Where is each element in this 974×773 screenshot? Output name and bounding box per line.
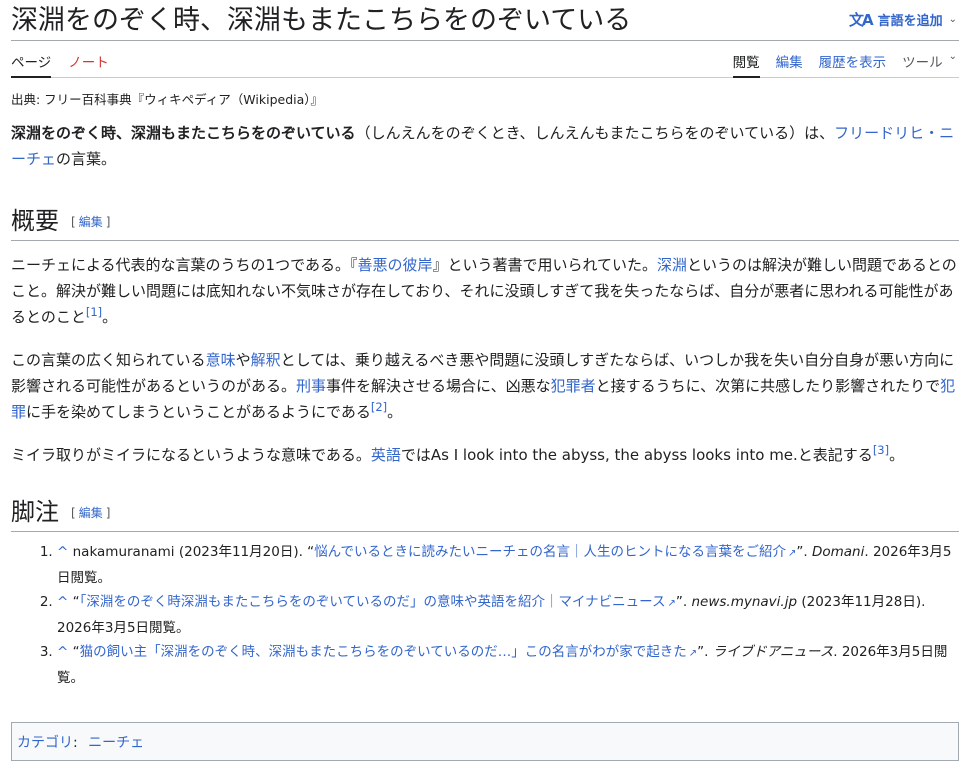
text: “ <box>72 594 80 610</box>
external-link-icon: ↗ <box>688 648 698 659</box>
tab-history[interactable]: 履歴を表示 <box>819 41 887 78</box>
source-site: Domani <box>811 544 865 560</box>
summary-paragraph-2: この言葉の広く知られている意味や解釈としては、乗り越えるべき悪や問題に没頭しすぎ… <box>11 347 959 425</box>
tools-menu[interactable]: ツール ⌄ <box>902 41 957 78</box>
tab-edit[interactable]: 編集 <box>776 41 803 78</box>
text: nakamuranami (2023年11月20日). “ <box>72 544 315 560</box>
text: 。 <box>387 403 403 421</box>
section-edit: [編集] <box>71 215 111 229</box>
reference-item: ^ “猫の飼い主「深淵をのぞく時、深淵もまたこちらをのぞいているのだ…」この名言… <box>57 640 959 690</box>
add-language-button[interactable]: 文A 言語を追加 ⌄ <box>849 9 957 30</box>
language-icon: 文A <box>848 11 874 29</box>
add-language-label: 言語を追加 <box>877 14 943 29</box>
colon: : <box>73 735 83 751</box>
link-abyss[interactable]: 深淵 <box>657 256 687 274</box>
ref-2-link[interactable]: [2] <box>371 400 387 414</box>
text: 事件を解決させる場合に、凶悪な <box>326 377 551 395</box>
text: 。 <box>889 446 905 464</box>
link-criminal-case[interactable]: 刑事 <box>296 377 326 395</box>
tools-label: ツール <box>902 55 943 71</box>
category-links: カテゴリ: ニーチェ <box>11 722 959 761</box>
edit-summary-link[interactable]: 編集 <box>79 215 103 229</box>
source-site: news.mynavi.jp <box>691 594 798 610</box>
tab-read[interactable]: 閲覧 <box>732 41 760 78</box>
lead-text: の言葉。 <box>56 150 117 168</box>
chevron-down-icon: ⌄ <box>948 14 957 25</box>
ref-3-link[interactable]: [3] <box>873 443 889 457</box>
summary-paragraph-3: ミイラ取りがミイラになるというような意味である。英語ではAs I look in… <box>11 442 959 468</box>
notes-heading-text: 脚注 <box>11 500 59 526</box>
summary-paragraph-1: ニーチェによる代表的な言葉のうちの1つである。『善悪の彼岸』という著書で用いられ… <box>11 252 959 330</box>
ref-backlink[interactable]: ^ <box>57 594 68 610</box>
text: ミイラ取りがミイラになるというような意味である。 <box>11 446 371 464</box>
link-interpretation[interactable]: 解釈 <box>251 351 281 369</box>
section-heading-notes: 脚注 [編集] <box>11 492 959 532</box>
text: 。 <box>102 308 118 326</box>
external-link-icon: ↗ <box>667 598 676 609</box>
summary-heading-text: 概要 <box>11 209 59 235</box>
site-subtitle: 出典: フリー百科事典『ウィキペディア（Wikipedia）』 <box>11 92 324 107</box>
lead-paragraph: 深淵をのぞく時、深淵もまたこちらをのぞいている（しんえんをのぞくとき、しんえんも… <box>11 120 959 172</box>
text: と接するうちに、次第に共感したり影響されたりで <box>595 377 941 395</box>
source-site: ライブドアニュース <box>712 644 834 660</box>
text: この言葉の広く知られている <box>11 351 206 369</box>
page-header: 深淵をのぞく時、深淵もまたこちらをのぞいている 文A 言語を追加 ⌄ <box>11 0 959 41</box>
external-link[interactable]: 悩んでいるときに読みたいニーチェの名言｜人生のヒントになる言葉をご紹介 <box>314 544 786 560</box>
link-beyond-good-evil[interactable]: 善悪の彼岸 <box>357 256 432 274</box>
tab-talk[interactable]: ノート <box>68 41 109 78</box>
tab-page[interactable]: ページ <box>11 41 52 78</box>
text: 』という著書で用いられていた。 <box>432 256 658 274</box>
chevron-down-icon: ⌄ <box>948 51 957 62</box>
external-link[interactable]: 「深淵をのぞく時深淵もまたこちらをのぞいているのだ」の意味や英語を紹介｜マイナビ… <box>80 594 666 610</box>
link-english[interactable]: 英語 <box>371 446 401 464</box>
section-heading-summary: 概要 [編集] <box>11 201 959 241</box>
text: ”. <box>697 644 713 660</box>
text: ニーチェによる代表的な言葉のうちの1つである。『 <box>11 256 358 274</box>
reference-item: ^ nakamuranami (2023年11月20日). “悩んでいるときに読… <box>57 540 959 590</box>
text: や <box>235 351 251 369</box>
link-meaning[interactable]: 意味 <box>206 351 236 369</box>
references-list: ^ nakamuranami (2023年11月20日). “悩んでいるときに読… <box>11 540 959 690</box>
categories-label-link[interactable]: カテゴリ <box>17 735 73 751</box>
ref-backlink[interactable]: ^ <box>57 544 68 560</box>
ref-1-link[interactable]: [1] <box>86 305 102 319</box>
text: “ <box>72 644 80 660</box>
text: ”. <box>675 594 692 610</box>
text: ではAs I look into the abyss, the abyss lo… <box>400 446 873 464</box>
ref-backlink[interactable]: ^ <box>57 644 68 660</box>
external-link[interactable]: 猫の飼い主「深淵をのぞく時、深淵もまたこちらをのぞいているのだ…」この名言がわが… <box>80 644 687 660</box>
text: ”. <box>796 544 812 560</box>
section-edit: [編集] <box>71 506 111 520</box>
text: に手を染めてしまうということがあるようにである <box>26 403 371 421</box>
reference-item: ^ “「深淵をのぞく時深淵もまたこちらをのぞいているのだ」の意味や英語を紹介｜マ… <box>57 590 959 640</box>
page-title: 深淵をのぞく時、深淵もまたこちらをのぞいている <box>11 5 632 35</box>
category-item-nietzsche[interactable]: ニーチェ <box>88 735 144 751</box>
edit-notes-link[interactable]: 編集 <box>79 506 103 520</box>
page-tabs: ページ ノート 閲覧 編集 履歴を表示 ツール ⌄ <box>11 41 959 78</box>
link-criminal[interactable]: 犯罪者 <box>551 377 596 395</box>
lead-bold-title: 深淵をのぞく時、深淵もまたこちらをのぞいている <box>11 124 356 142</box>
article-body: 深淵をのぞく時、深淵もまたこちらをのぞいている（しんえんをのぞくとき、しんえんも… <box>11 120 959 690</box>
lead-text: （しんえんをのぞくとき、しんえんもまたこちらをのぞいている）は、 <box>355 124 835 142</box>
page: 深淵をのぞく時、深淵もまたこちらをのぞいている 文A 言語を追加 ⌄ ページ ノ… <box>0 0 974 773</box>
